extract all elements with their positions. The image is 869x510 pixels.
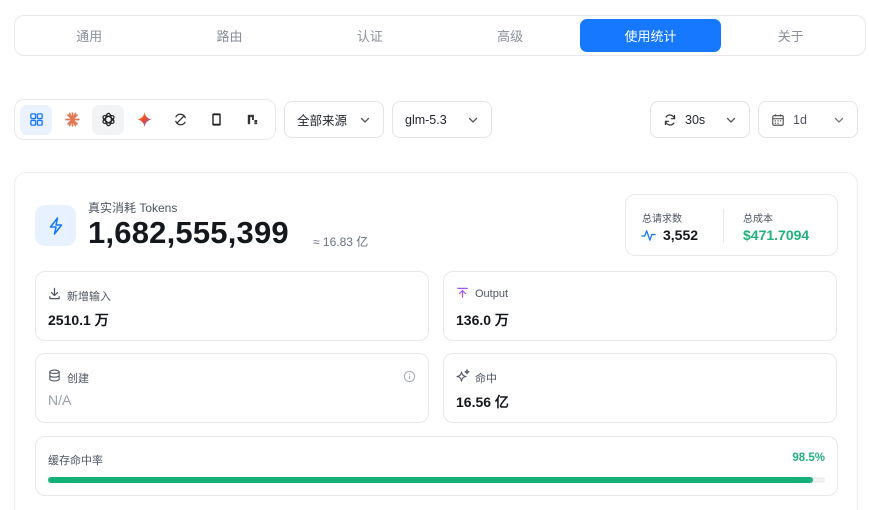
info-icon[interactable] (403, 370, 416, 383)
tab-general[interactable]: 通用 (19, 19, 159, 52)
cache-hit-rate-percent: 98.5% (792, 452, 825, 464)
provider-device-button[interactable] (200, 105, 232, 135)
bolt-icon-box (35, 205, 76, 246)
stat-value: 16.56 亿 (456, 394, 509, 410)
refresh-provider-icon (174, 113, 186, 126)
refresh-interval-value: 30s (685, 112, 706, 127)
tab-about[interactable]: 关于 (721, 19, 861, 52)
sparkles-icon (456, 369, 470, 383)
stat-cache-hit: 命中 16.56 亿 (443, 353, 837, 423)
total-requests-value: 3,552 (663, 227, 699, 243)
cache-hit-rate-label: 缓存命中率 (48, 455, 103, 467)
upload-icon (456, 287, 469, 300)
tokens-label: 真实消耗 Tokens (88, 201, 178, 215)
stat-value: 136.0 万 (456, 312, 509, 328)
model-select-value: glm-5.3 (405, 112, 447, 127)
provider-gemini-button[interactable] (128, 105, 160, 135)
time-range-value: 1d (793, 112, 807, 127)
summary-divider (723, 209, 724, 243)
provider-claude-button[interactable] (56, 105, 88, 135)
provider-rotate-button[interactable] (164, 105, 196, 135)
openai-icon (101, 112, 115, 127)
source-select-value: 全部来源 (297, 114, 348, 128)
gemini-icon (136, 111, 152, 128)
tab-auth[interactable]: 认证 (300, 19, 440, 52)
claude-icon (64, 112, 80, 127)
tokens-approx: ≈ 16.83 亿 (313, 235, 369, 249)
database-icon (48, 369, 61, 382)
provider-all-button[interactable] (20, 104, 52, 135)
stat-cache-create: 创建 N/A (35, 353, 429, 423)
provider-openai-button[interactable] (92, 104, 124, 135)
refresh-interval-select[interactable]: 30s (650, 101, 750, 138)
tab-routing[interactable]: 路由 (159, 19, 299, 52)
stat-output: Output 136.0 万 (443, 271, 837, 341)
usage-stats-card: 真实消耗 Tokens 1,682,555,399 ≈ 16.83 亿 总请求数… (14, 172, 858, 510)
stat-label: 命中 (475, 373, 497, 385)
stat-label: 创建 (67, 373, 89, 385)
download-icon (48, 287, 61, 300)
total-requests-label: 总请求数 (642, 214, 682, 225)
total-cost-value: $471.7094 (743, 227, 810, 243)
stat-new-input: 新增输入 2510.1 万 (35, 271, 429, 341)
settings-tabbar: 通用 路由 认证 高级 使用统计 关于 (14, 15, 866, 56)
bolt-icon (49, 216, 62, 235)
chevron-down-icon (467, 114, 479, 126)
tab-usage-stats[interactable]: 使用统计 (580, 19, 721, 52)
chevron-down-icon (725, 114, 737, 126)
grid-icon (29, 113, 43, 126)
phone-provider-icon (211, 113, 221, 126)
source-select[interactable]: 全部来源 (284, 101, 384, 138)
stat-value: 2510.1 万 (48, 312, 109, 328)
kimi-provider-icon (247, 114, 257, 125)
chevron-down-icon (833, 114, 845, 126)
calendar-icon (771, 113, 785, 127)
provider-kimi-button[interactable] (236, 105, 268, 135)
stat-label: 新增输入 (67, 291, 111, 303)
stat-label: Output (475, 288, 509, 300)
model-select[interactable]: glm-5.3 (392, 101, 492, 138)
total-cost-label: 总成本 (743, 214, 773, 225)
provider-filter-group (14, 99, 276, 140)
cache-hit-rate-box: 缓存命中率 98.5% (35, 436, 838, 496)
stat-value: N/A (48, 392, 72, 408)
refresh-icon (663, 113, 677, 127)
chevron-down-icon (359, 114, 371, 126)
tokens-value: 1,682,555,399 (88, 215, 289, 250)
time-range-select[interactable]: 1d (758, 101, 858, 138)
cache-hit-progress-fill (48, 477, 814, 483)
tab-advanced[interactable]: 高级 (440, 19, 580, 52)
activity-icon (641, 228, 656, 248)
summary-box: 总请求数 3,552 总成本 $471.7094 (625, 194, 838, 256)
cache-hit-progress-track (48, 477, 825, 483)
